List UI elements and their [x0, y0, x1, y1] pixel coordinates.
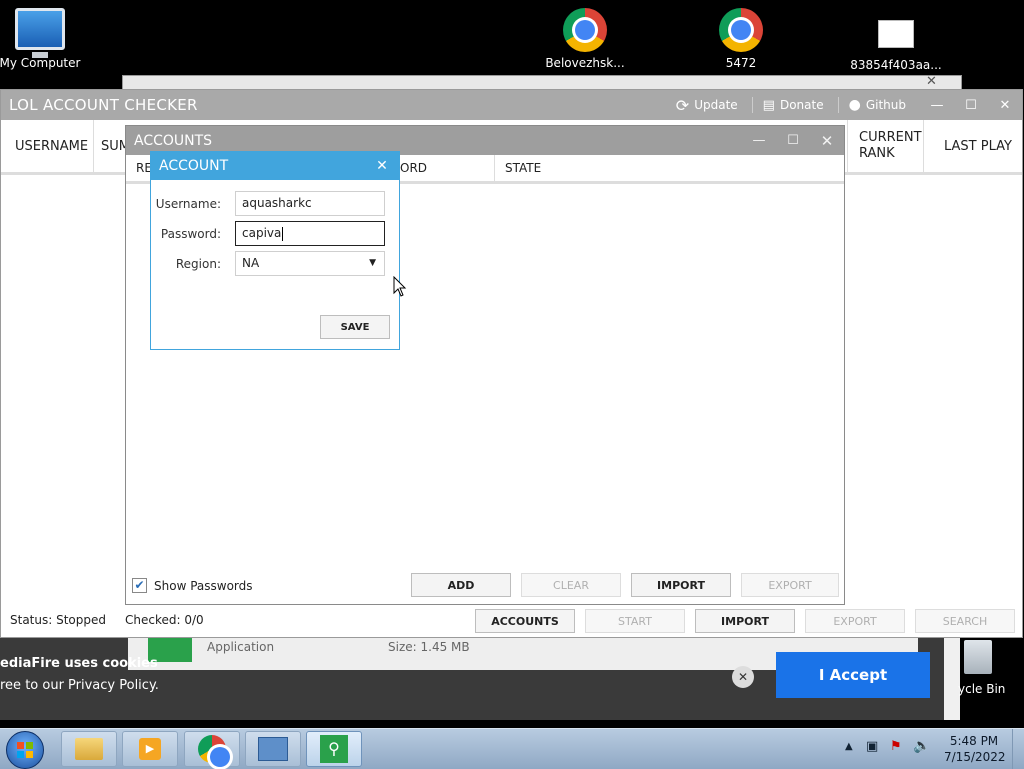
password-value: capiva	[242, 226, 282, 240]
github-label: Github	[865, 98, 906, 112]
taskbar-media-player[interactable]: ▶	[122, 731, 178, 767]
export-button[interactable]: EXPORT	[741, 573, 839, 597]
title-bar: LOL ACCOUNT CHECKER ⟳ Update ▤ Donate ● …	[1, 90, 1022, 120]
column-header-last-play[interactable]: LAST PLAY	[944, 120, 1012, 172]
accept-cookies-button[interactable]: I Accept	[776, 652, 930, 698]
region-value: NA	[242, 256, 260, 270]
column-header-current-rank[interactable]: CURRENT RANK	[859, 120, 922, 172]
column-header-username[interactable]: USERNAME	[15, 120, 88, 172]
clock-time: 5:48 PM	[949, 734, 999, 748]
start-button[interactable]	[6, 731, 44, 769]
column-header-state[interactable]: STATE	[505, 161, 541, 175]
background-browser-page: Application Size: 1.45 MB ediaFire uses …	[0, 638, 960, 720]
clear-button[interactable]: CLEAR	[521, 573, 621, 597]
money-icon: ▤	[762, 97, 775, 113]
taskbar: ▶ ⚲ ▲ ▣ ⚑ 🔈 5:48 PM 7/15/2022	[0, 728, 1024, 769]
close-icon[interactable]: ✕	[810, 132, 844, 150]
action-center-icon[interactable]: ⚑	[890, 739, 902, 754]
status-text: Status: Stopped	[10, 613, 106, 627]
dialog-title: ACCOUNT	[159, 158, 229, 174]
taskbar-lol-account-checker[interactable]: ⚲	[306, 731, 362, 767]
clock[interactable]: 5:48 PM 7/15/2022	[944, 733, 1006, 765]
close-icon[interactable]: ✕	[732, 666, 754, 688]
update-link[interactable]: ⟳ Update	[676, 96, 738, 115]
file-size: Size: 1.45 MB	[388, 640, 470, 654]
control-panel-icon	[258, 737, 288, 761]
refresh-icon: ⟳	[675, 95, 690, 115]
username-field[interactable]: aquasharkc	[235, 191, 385, 216]
volume-icon[interactable]: 🔈	[913, 738, 930, 754]
close-icon[interactable]: ✕	[988, 98, 1022, 113]
import-button[interactable]: IMPORT	[631, 573, 731, 597]
search-icon: ⚲	[320, 735, 348, 763]
document-icon	[878, 20, 914, 48]
taskbar-explorer[interactable]	[61, 731, 117, 767]
start-button[interactable]: START	[585, 609, 685, 633]
cookie-text-2: ree to our Privacy Policy.	[0, 678, 159, 693]
minimize-icon[interactable]: —	[742, 133, 776, 148]
search-button[interactable]: SEARCH	[915, 609, 1015, 633]
clock-date: 7/15/2022	[944, 750, 1006, 764]
media-player-icon: ▶	[139, 738, 161, 760]
region-select[interactable]: NA ▼	[235, 251, 385, 276]
add-button[interactable]: ADD	[411, 573, 511, 597]
desktop-icon-file[interactable]: 83854f403aa...	[846, 20, 946, 72]
username-label: Username:	[155, 197, 221, 211]
desktop-icon-chrome-1[interactable]: Belovezhsk...	[535, 8, 635, 70]
close-icon[interactable]: ✕	[365, 158, 399, 174]
desktop-icon-label: 5472	[725, 56, 757, 70]
desktop-icon-my-computer[interactable]: My Computer	[0, 8, 90, 70]
donate-label: Donate	[779, 98, 824, 112]
show-hidden-icons-icon[interactable]: ▲	[845, 741, 853, 752]
password-label: Password:	[160, 227, 221, 241]
username-value: aquasharkc	[242, 196, 312, 210]
show-desktop-button[interactable]	[1012, 729, 1024, 769]
chevron-down-icon: ▼	[369, 258, 376, 268]
computer-icon	[15, 8, 65, 58]
title-bar: ACCOUNT ✕	[151, 152, 399, 180]
accounts-button[interactable]: ACCOUNTS	[475, 609, 575, 633]
show-passwords-checkbox[interactable]: ✔	[132, 578, 147, 593]
desktop-icon-label: ycle Bin	[958, 682, 1006, 696]
window-title: LOL ACCOUNT CHECKER	[9, 96, 198, 114]
maximize-icon[interactable]: ☐	[776, 133, 810, 148]
desktop-icon-label: My Computer	[0, 56, 81, 70]
desktop-icon-label: 83854f403aa...	[850, 58, 942, 72]
update-label: Update	[694, 98, 738, 112]
chrome-icon	[198, 735, 230, 767]
close-icon[interactable]: ✕	[926, 74, 937, 89]
file-type: Application	[207, 640, 275, 654]
maximize-icon[interactable]: ☐	[954, 98, 988, 113]
desktop-icon-chrome-2[interactable]: 5472	[691, 8, 791, 70]
taskbar-control-panel[interactable]	[245, 731, 301, 767]
chrome-icon	[563, 8, 607, 52]
network-icon[interactable]: ▣	[866, 739, 878, 754]
desktop-icon-recycle-bin[interactable]: ycle Bin	[958, 638, 1024, 702]
cookie-text-1: ediaFire uses cookies	[0, 656, 158, 671]
password-field[interactable]: capiva	[235, 221, 385, 246]
github-link[interactable]: ● Github	[849, 97, 906, 113]
chrome-icon	[719, 8, 763, 52]
import-button[interactable]: IMPORT	[695, 609, 795, 633]
region-label: Region:	[175, 257, 221, 271]
recycle-bin-icon	[964, 640, 992, 674]
taskbar-chrome[interactable]	[184, 731, 240, 767]
text-caret	[282, 226, 284, 241]
export-button[interactable]: EXPORT	[805, 609, 905, 633]
github-icon: ●	[848, 97, 861, 113]
folder-icon	[75, 738, 103, 760]
desktop-icon-label: Belovezhsk...	[545, 56, 625, 70]
column-header-password[interactable]: ORD	[400, 161, 427, 175]
donate-link[interactable]: ▤ Donate	[763, 98, 824, 113]
show-passwords-label: Show Passwords	[154, 579, 253, 593]
account-dialog: ACCOUNT ✕ Username: aquasharkc Password:…	[150, 151, 400, 350]
save-button[interactable]: SAVE	[320, 315, 390, 339]
window-title: ACCOUNTS	[134, 132, 213, 149]
minimize-icon[interactable]: —	[920, 98, 954, 113]
mouse-cursor-icon	[393, 276, 407, 297]
checked-count: Checked: 0/0	[125, 613, 204, 627]
